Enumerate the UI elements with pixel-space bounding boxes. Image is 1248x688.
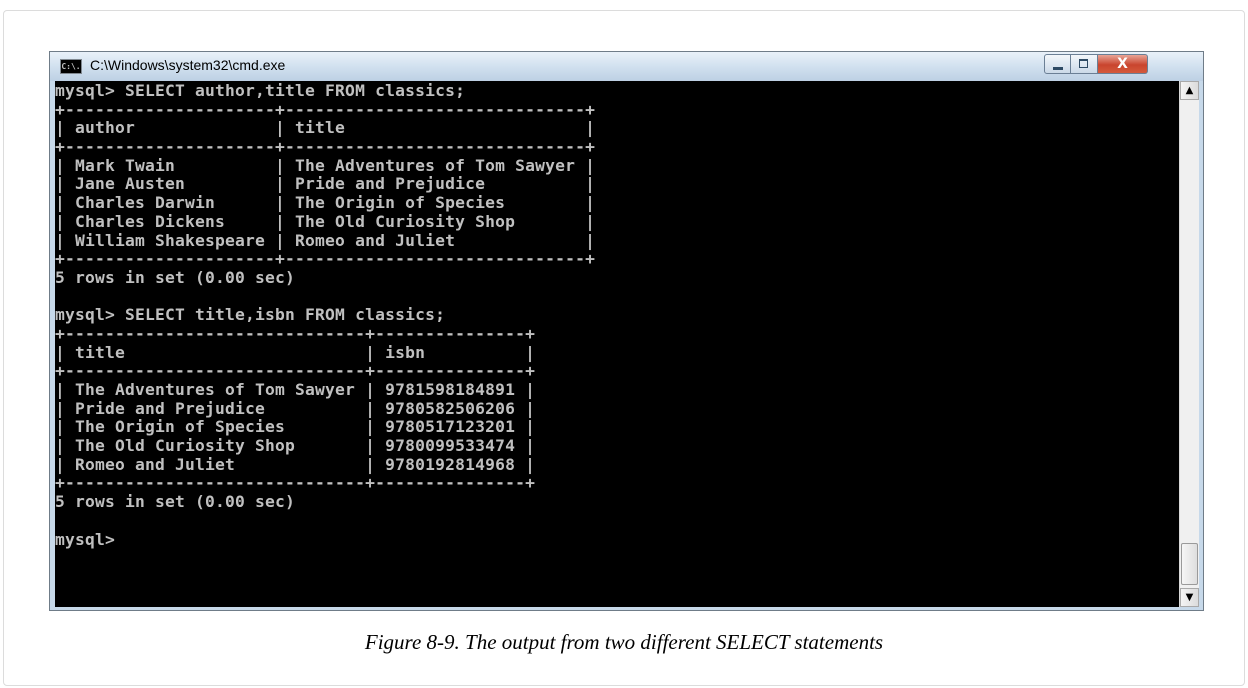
console-line: | Charles Darwin | The Origin of Species…	[55, 193, 596, 213]
cmd-app-icon[interactable]: C:\.	[60, 59, 82, 74]
console-line: | Pride and Prejudice | 9780582506206 |	[55, 398, 536, 418]
title-bar[interactable]: C:\. C:\Windows\system32\cmd.exe X	[50, 52, 1203, 81]
maximize-icon	[1079, 59, 1088, 68]
console-line: 5 rows in set (0.00 sec)	[55, 267, 296, 287]
console-output[interactable]: mysql> SELECT author,title FROM classics…	[55, 81, 1179, 607]
console-line: | Jane Austen | Pride and Prejudice |	[55, 174, 596, 194]
console-line: +---------------------+-----------------…	[55, 99, 596, 119]
minimize-icon	[1053, 67, 1063, 70]
console-line: | The Adventures of Tom Sawyer | 9781598…	[55, 380, 536, 399]
console-line: mysql> SELECT author,title FROM classics…	[55, 81, 466, 100]
cmd-window: C:\. C:\Windows\system32\cmd.exe X mysql…	[49, 51, 1204, 611]
console-line: mysql>	[55, 529, 116, 549]
console-line: +------------------------------+--------…	[55, 473, 536, 493]
console-line: +---------------------+-----------------…	[55, 137, 596, 157]
console-line: | author | title |	[55, 118, 596, 138]
console-line: 5 rows in set (0.00 sec)	[55, 492, 296, 512]
console-line: +------------------------------+--------…	[55, 323, 536, 343]
close-icon: X	[1117, 56, 1128, 72]
figure-caption: Figure 8-9. The output from two differen…	[364, 630, 884, 654]
console-line: mysql> SELECT title,isbn FROM classics;	[55, 305, 446, 325]
console-line: | The Origin of Species | 9780517123201 …	[55, 417, 536, 437]
vertical-scrollbar[interactable]: ▲ ▼	[1179, 81, 1199, 607]
scroll-up-arrow-icon[interactable]: ▲	[1180, 81, 1199, 100]
close-button[interactable]: X	[1098, 54, 1148, 74]
minimize-button[interactable]	[1044, 54, 1071, 74]
console-line: | The Old Curiosity Shop | 9780099533474…	[55, 436, 536, 456]
console-line: | Charles Dickens | The Old Curiosity Sh…	[55, 211, 596, 231]
scroll-down-arrow-icon[interactable]: ▼	[1180, 588, 1199, 607]
maximize-button[interactable]	[1071, 54, 1098, 74]
console-line: | Romeo and Juliet | 9780192814968 |	[55, 454, 536, 474]
console-line: | William Shakespeare | Romeo and Juliet…	[55, 230, 596, 250]
scrollbar-thumb[interactable]	[1181, 543, 1198, 585]
console-line: +---------------------+-----------------…	[55, 249, 596, 269]
window-title: C:\Windows\system32\cmd.exe	[90, 57, 286, 73]
console-lines: mysql> SELECT author,title FROM classics…	[55, 81, 1179, 549]
console-line: | title | isbn |	[55, 342, 536, 362]
console-line: +------------------------------+--------…	[55, 361, 536, 381]
console-line: | Mark Twain | The Adventures of Tom Saw…	[55, 155, 596, 175]
